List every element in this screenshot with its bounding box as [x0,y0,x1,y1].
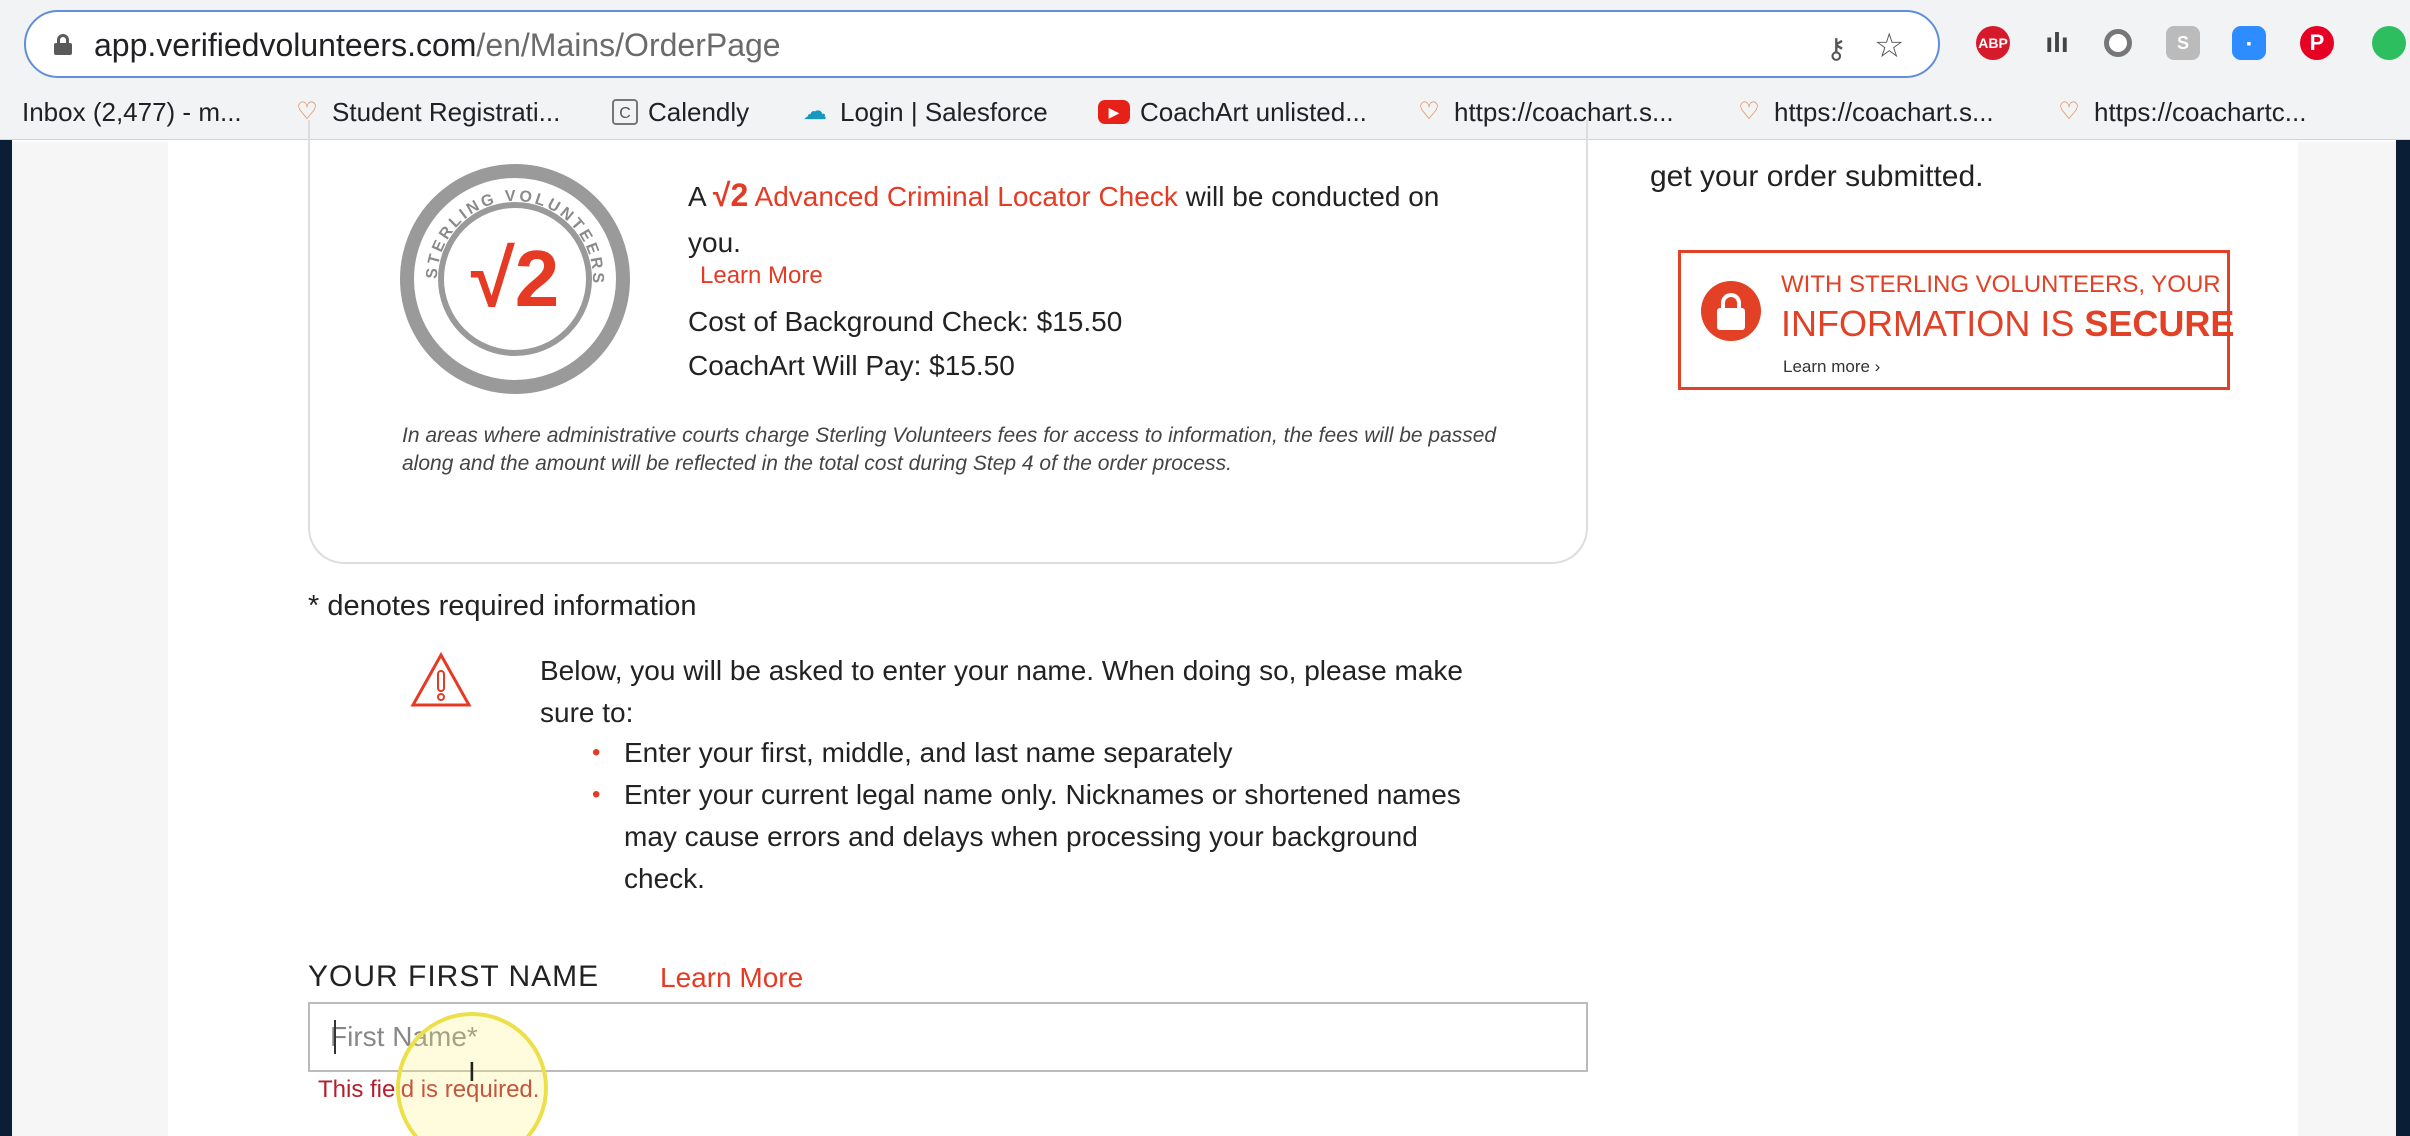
sqrt2-mark: √2 [712,177,749,213]
secure-learn-more-link[interactable]: Learn more › [1783,357,1880,377]
evernote-icon[interactable] [2372,26,2406,60]
name-instructions: Below, you will be asked to enter your n… [540,655,1463,728]
bookmark-label: Inbox (2,477) - m... [22,96,242,127]
secure-banner-top: WITH STERLING VOLUNTEERS, YOUR [1781,271,2221,298]
zoom-icon[interactable]: ▪ [2232,26,2266,60]
address-bar[interactable]: app.verifiedvolunteers.com/en/Mains/Orde… [24,10,1940,78]
sidebar-intro-clip: 2-3 minutes to enter your information so… [1640,142,2340,234]
url-text[interactable]: app.verifiedvolunteers.com/en/Mains/Orde… [94,27,781,64]
secure-banner[interactable]: WITH STERLING VOLUNTEERS, YOUR INFORMATI… [1678,250,2234,390]
heart-icon: ♡ [2058,98,2080,125]
bookmark-label: https://coachartc... [2094,96,2307,127]
text-caret [334,1020,336,1054]
coachart-pays: CoachArt Will Pay: $15.50 [688,350,1015,381]
heart-icon: ♡ [1738,98,1760,125]
bookmark-coachart-3[interactable]: ♡ https://coachartc... [2054,92,2306,132]
first-name-learn-more-link[interactable]: Learn More [660,962,803,994]
browser-chrome: app.verifiedvolunteers.com/en/Mains/Orde… [0,0,2410,140]
seal-center: √2 [438,202,592,356]
list-item: Enter your first, middle, and last name … [590,732,1470,774]
check-description: A √2 Advanced Criminal Locator Check wil… [688,177,1440,258]
bookmark-coachart-2[interactable]: ♡ https://coachart.s... [1734,92,1994,132]
lock-icon[interactable] [54,34,72,55]
name-rules-list: Enter your first, middle, and last name … [590,732,1470,900]
check-learn-more-link[interactable]: Learn More [700,262,823,290]
sqrt2-logo: √2 [470,234,560,323]
pinterest-icon[interactable]: P [2300,26,2334,60]
adblock-plus-icon[interactable]: ABP [1976,26,2010,60]
list-item: Enter your current legal name only. Nick… [590,774,1470,900]
cost-info: Cost of Background Check: $15.50 CoachAr… [688,300,1122,388]
bookmark-label: https://coachart.s... [1774,96,1994,127]
skype-icon[interactable]: S [2166,26,2200,60]
background-check-cost: Cost of Background Check: $15.50 [688,306,1123,337]
key-icon[interactable]: ⚷ [1826,32,1847,65]
audio-wave-icon[interactable]: ılı [2040,26,2074,60]
bookmark-inbox[interactable]: Inbox (2,477) - m... [22,92,242,132]
secure-banner-main: INFORMATION IS SECURE [1781,303,2235,344]
circle-extension-icon[interactable] [2104,29,2132,57]
warning-icon [410,652,472,707]
fees-note: In areas where administrative courts cha… [402,424,1497,475]
sterling-volunteers-seal: STERLING VOLUNTEERS √2 [400,164,630,394]
required-note: * denotes required information [308,590,697,622]
screen-frame-right [2396,0,2410,1136]
ibeam-cursor-icon: I [468,1056,476,1087]
padlock-icon [1701,281,1761,341]
first-name-label: YOUR FIRST NAME [308,960,600,993]
bookmark-star-icon[interactable]: ☆ [1874,26,1904,66]
sidebar-intro: 2-3 minutes to enter your information so… [1650,142,2284,193]
check-name: Advanced Criminal Locator Check [754,181,1178,212]
screen-frame-left [0,0,12,1136]
